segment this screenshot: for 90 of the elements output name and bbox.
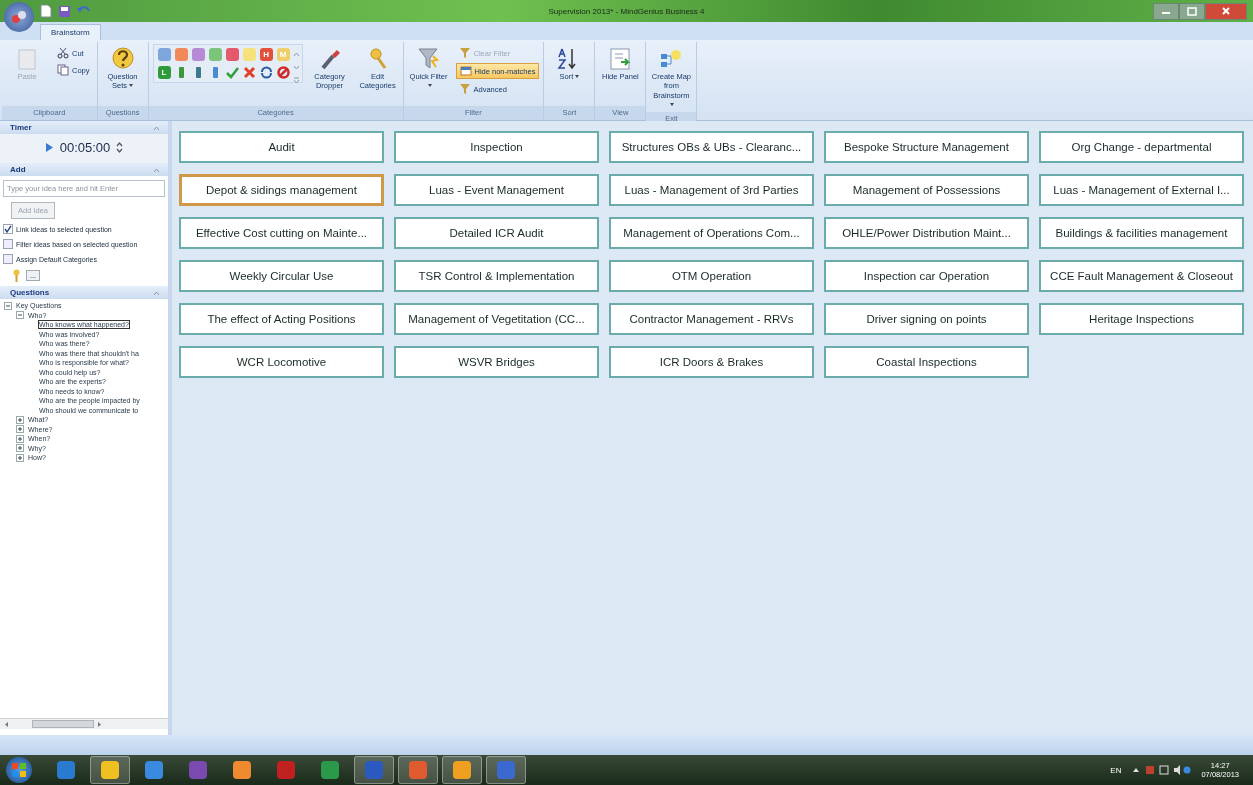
- idea-card[interactable]: Luas - Event Management: [394, 174, 599, 206]
- idea-card[interactable]: Management of Operations Com...: [609, 217, 814, 249]
- idea-card[interactable]: The effect of Acting Positions: [179, 303, 384, 335]
- idea-card[interactable]: ICR Doors & Brakes: [609, 346, 814, 378]
- windows-logo-icon: [11, 762, 27, 778]
- funnel-icon: [458, 83, 471, 95]
- horizontal-scrollbar[interactable]: [0, 718, 168, 729]
- taskbar-app-button[interactable]: [354, 756, 394, 784]
- close-button[interactable]: [1205, 2, 1247, 20]
- maximize-icon: [1187, 6, 1197, 16]
- expander-icon[interactable]: [16, 434, 24, 443]
- idea-card[interactable]: Inspection: [394, 131, 599, 163]
- idea-card[interactable]: Buildings & facilities management: [1039, 217, 1244, 249]
- play-icon[interactable]: [44, 142, 54, 153]
- expander-icon[interactable]: [16, 444, 24, 453]
- category-swatch[interactable]: [225, 48, 239, 61]
- category-swatch[interactable]: H: [259, 48, 273, 61]
- idea-card[interactable]: Driver signing on points: [824, 303, 1029, 335]
- idea-card[interactable]: Depot & sidings management: [179, 174, 384, 206]
- panel-header[interactable]: Add: [0, 163, 168, 176]
- collapse-icon[interactable]: [153, 166, 160, 173]
- spinner-arrows-icon[interactable]: [116, 141, 124, 154]
- check-icon[interactable]: [225, 66, 239, 79]
- scroll-left-icon[interactable]: [4, 720, 9, 728]
- forbidden-icon[interactable]: [276, 66, 290, 79]
- expander-icon[interactable]: [16, 453, 24, 462]
- idea-card[interactable]: Bespoke Structure Management: [824, 131, 1029, 163]
- idea-card[interactable]: Effective Cost cutting on Mainte...: [179, 217, 384, 249]
- tray-icons-drawing[interactable]: [1131, 764, 1192, 776]
- idea-card[interactable]: Weekly Circular Use: [179, 260, 384, 292]
- category-swatch[interactable]: [242, 48, 256, 61]
- cut-icon: [57, 47, 69, 59]
- window-title: Supervision 2013* - MindGenius Business 4: [548, 6, 705, 16]
- idea-card[interactable]: Coastal Inspections: [824, 346, 1029, 378]
- collapse-icon[interactable]: [153, 124, 160, 131]
- save-icon[interactable]: [58, 4, 71, 18]
- idea-card[interactable]: OTM Operation: [609, 260, 814, 292]
- idea-card[interactable]: Heritage Inspections: [1039, 303, 1244, 335]
- panel-header[interactable]: Questions: [0, 286, 168, 299]
- expander-icon[interactable]: [16, 425, 24, 434]
- funnel-icon: [458, 47, 471, 59]
- checkbox[interactable]: [3, 239, 13, 249]
- collapse-icon[interactable]: [153, 289, 160, 296]
- idea-card[interactable]: Inspection car Operation: [824, 260, 1029, 292]
- taskbar-app-button[interactable]: [442, 756, 482, 784]
- idea-card[interactable]: Audit: [179, 131, 384, 163]
- idea-card[interactable]: OHLE/Power Distribution Maint...: [824, 217, 1029, 249]
- idea-card[interactable]: Luas - Management of External I...: [1039, 174, 1244, 206]
- idea-card[interactable]: Management of Vegetitation (CC...: [394, 303, 599, 335]
- idea-card[interactable]: Management of Possessions: [824, 174, 1029, 206]
- idea-card[interactable]: Detailed ICR Audit: [394, 217, 599, 249]
- app-orb-button[interactable]: [4, 2, 34, 32]
- idea-card[interactable]: TSR Control & Implementation: [394, 260, 599, 292]
- category-swatch[interactable]: [174, 48, 188, 61]
- funnel-icon: [415, 46, 442, 72]
- panel-header[interactable]: Timer: [0, 121, 168, 134]
- category-swatch[interactable]: [191, 48, 205, 61]
- window-icon: [459, 65, 472, 77]
- checkbox[interactable]: [3, 224, 13, 234]
- checkbox[interactable]: [3, 254, 13, 264]
- idea-card[interactable]: Org Change - departmental: [1039, 131, 1244, 163]
- minimize-button[interactable]: [1153, 2, 1179, 20]
- question-mark-icon: [109, 46, 136, 72]
- close-icon: [1221, 6, 1231, 16]
- start-button[interactable]: [6, 757, 32, 783]
- expander-icon[interactable]: [16, 311, 24, 320]
- timer-value: 00:05:00: [59, 140, 111, 155]
- idea-card[interactable]: Structures OBs & UBs - Clearanc...: [609, 131, 814, 163]
- idea-card[interactable]: WCR Locomotive: [179, 346, 384, 378]
- ribbon-tab[interactable]: Brainstorm: [40, 24, 101, 40]
- language-indicator[interactable]: EN: [1110, 765, 1122, 775]
- idea-card[interactable]: WSVR Bridges: [394, 346, 599, 378]
- copy-icon: [57, 64, 69, 76]
- expander-icon[interactable]: [16, 415, 24, 424]
- taskbar-app-button[interactable]: [90, 756, 130, 784]
- taskbar-app-button[interactable]: [486, 756, 526, 784]
- category-swatch[interactable]: L: [157, 66, 171, 79]
- expander-icon[interactable]: [4, 301, 12, 310]
- cross-icon[interactable]: [242, 66, 256, 79]
- scroll-right-icon[interactable]: [97, 720, 102, 728]
- idea-card[interactable]: Luas - Management of 3rd Parties: [609, 174, 814, 206]
- refresh-icon[interactable]: [259, 66, 273, 79]
- maximize-button[interactable]: [1179, 2, 1205, 20]
- category-swatch[interactable]: [157, 48, 171, 61]
- taskbar-app-button[interactable]: [398, 756, 438, 784]
- category-swatch[interactable]: [208, 48, 222, 61]
- new-document-icon[interactable]: [40, 4, 52, 18]
- key-icon: [13, 269, 20, 282]
- idea-card[interactable]: Contractor Management - RRVs: [609, 303, 814, 335]
- idea-card[interactable]: CCE Fault Management & Closeout: [1039, 260, 1244, 292]
